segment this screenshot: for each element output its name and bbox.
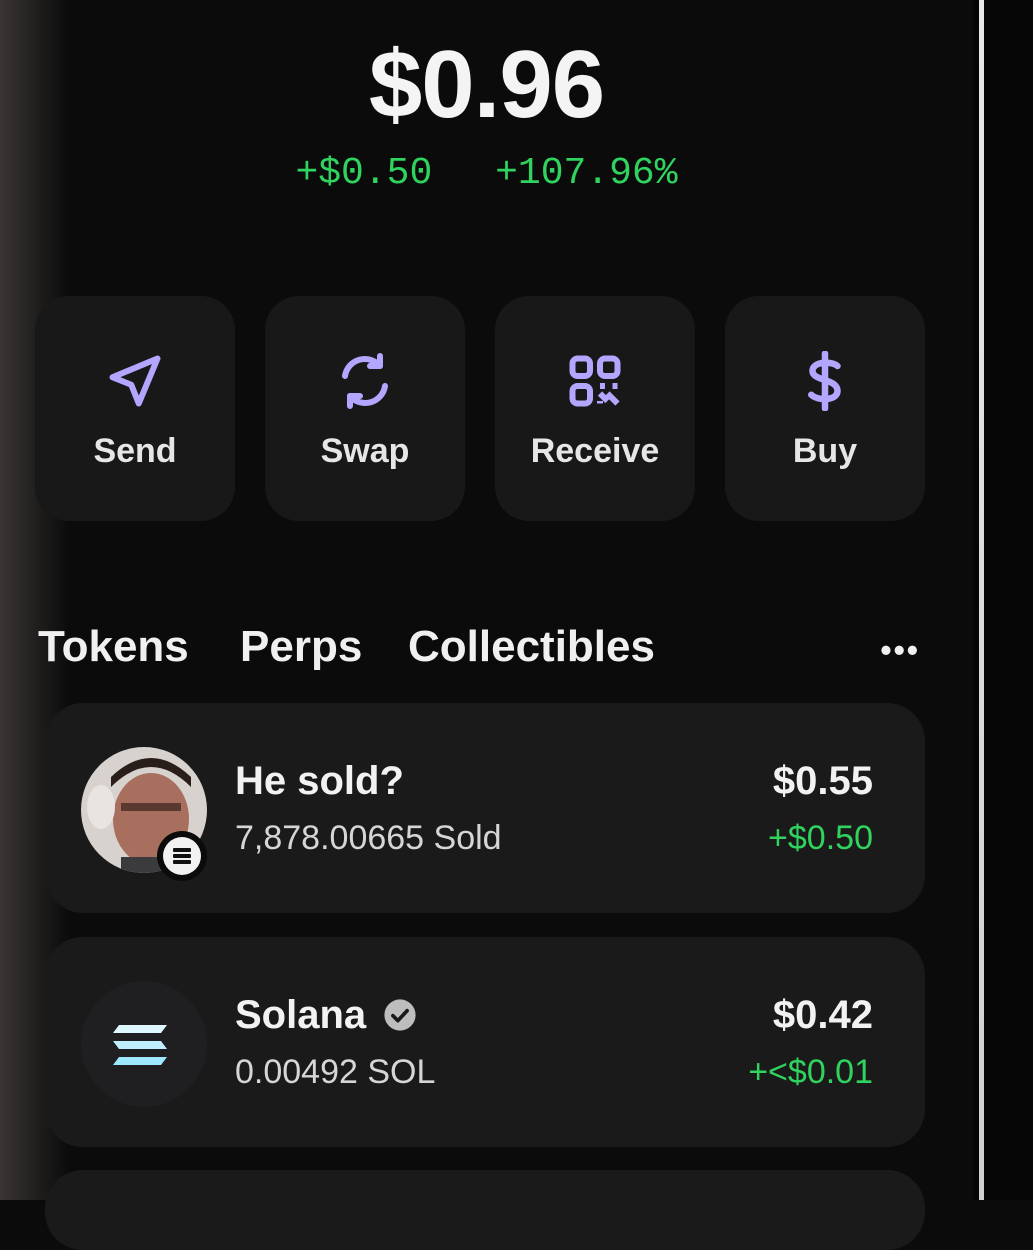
send-icon	[109, 355, 161, 407]
tab-tokens[interactable]: Tokens	[38, 622, 189, 672]
token-row[interactable]: Solana 0.00492 SOL $0.42 +<$0.01	[45, 937, 925, 1147]
token-name: He sold?	[235, 759, 404, 803]
device-bezel	[973, 0, 1033, 1200]
swap-icon	[342, 353, 388, 409]
token-row[interactable]: He sold? 7,878.00665 Sold $0.55 +$0.50	[45, 703, 925, 913]
token-change: +$0.50	[768, 819, 873, 857]
token-value: $0.55	[772, 759, 873, 803]
dollar-icon	[808, 351, 841, 411]
token-amount: 7,878.00665 Sold	[235, 819, 502, 857]
buy-label: Buy	[792, 432, 858, 470]
send-button[interactable]: Send	[35, 296, 235, 521]
tab-perps[interactable]: Perps	[240, 622, 362, 672]
action-row: Send Swap Receive Buy	[35, 296, 955, 521]
receive-button[interactable]: Receive	[495, 296, 695, 521]
swap-label: Swap	[320, 432, 410, 470]
balance-change: +$0.50 +107.96%	[0, 152, 973, 195]
tab-collectibles[interactable]: Collectibles	[408, 622, 655, 672]
qr-code-icon	[569, 355, 621, 407]
balance-change-percent: +107.96%	[495, 152, 678, 195]
token-name: Solana	[235, 993, 367, 1037]
token-amount: 0.00492 SOL	[235, 1053, 436, 1091]
token-value: $0.42	[772, 993, 873, 1037]
asset-tabs: Tokens Perps Collectibles •••	[38, 622, 938, 682]
verified-badge-icon	[384, 999, 416, 1031]
wallet-screen: $0.96 +$0.50 +107.96% Send Swap Receive …	[0, 0, 973, 1250]
more-options-button[interactable]: •••	[880, 632, 920, 669]
token-change: +<$0.01	[748, 1053, 873, 1091]
token-name-wrap: Solana	[235, 993, 417, 1038]
receive-label: Receive	[530, 432, 660, 470]
swap-button[interactable]: Swap	[265, 296, 465, 521]
send-label: Send	[93, 432, 177, 470]
balance-change-amount: +$0.50	[295, 152, 433, 195]
total-balance: $0.96	[368, 31, 605, 138]
buy-button[interactable]: Buy	[725, 296, 925, 521]
token-row-partial[interactable]	[45, 1170, 925, 1250]
solana-logo-icon	[81, 981, 207, 1107]
chain-badge	[157, 831, 207, 881]
solana-chain-icon	[163, 837, 201, 875]
